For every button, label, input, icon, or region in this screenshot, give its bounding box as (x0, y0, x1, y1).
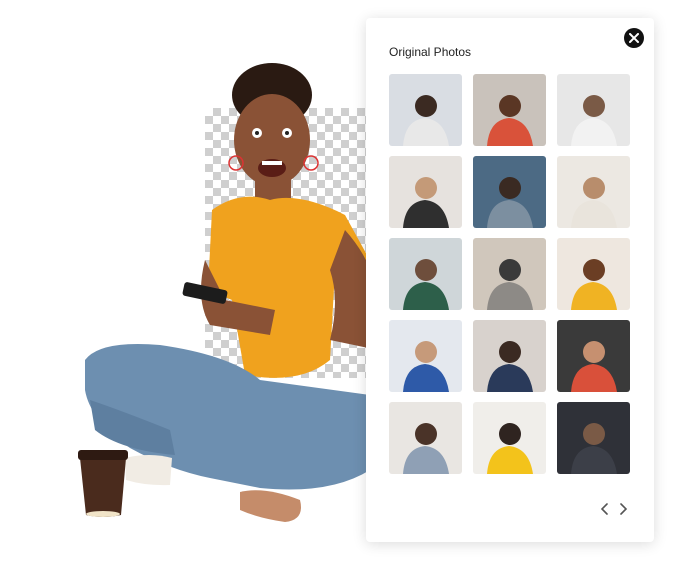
photo-image (473, 402, 546, 474)
photo-thumbnail[interactable] (557, 320, 630, 392)
photo-image (557, 74, 630, 146)
photo-image (473, 320, 546, 392)
chevron-right-icon (620, 503, 628, 515)
close-icon (629, 33, 639, 43)
photo-image (557, 320, 630, 392)
photo-image (389, 402, 462, 474)
photo-image (557, 238, 630, 310)
close-button[interactable] (624, 28, 644, 48)
original-photos-panel: Original Photos (366, 18, 654, 542)
photo-thumbnail[interactable] (473, 320, 546, 392)
photo-thumbnail[interactable] (557, 238, 630, 310)
photo-thumbnail[interactable] (473, 74, 546, 146)
photo-thumbnail[interactable] (557, 402, 630, 474)
photo-thumbnail[interactable] (557, 156, 630, 228)
photo-thumbnail[interactable] (389, 238, 462, 310)
photo-thumbnail[interactable] (557, 74, 630, 146)
photo-thumbnail[interactable] (473, 238, 546, 310)
panel-title: Original Photos (389, 45, 472, 59)
photo-image (473, 156, 546, 228)
photo-image (389, 320, 462, 392)
photo-image (473, 74, 546, 146)
chevron-left-icon (600, 503, 608, 515)
photo-image (557, 156, 630, 228)
photo-image (389, 238, 462, 310)
pager (598, 502, 630, 516)
photo-image (389, 156, 462, 228)
photo-grid (389, 74, 630, 474)
photo-thumbnail[interactable] (389, 402, 462, 474)
photo-thumbnail[interactable] (389, 74, 462, 146)
next-page-button[interactable] (616, 502, 630, 516)
photo-thumbnail[interactable] (389, 320, 462, 392)
photo-image (557, 402, 630, 474)
photo-thumbnail[interactable] (389, 156, 462, 228)
prev-page-button[interactable] (598, 502, 612, 516)
photo-image (389, 74, 462, 146)
photo-thumbnail[interactable] (473, 402, 546, 474)
photo-thumbnail[interactable] (473, 156, 546, 228)
photo-image (473, 238, 546, 310)
